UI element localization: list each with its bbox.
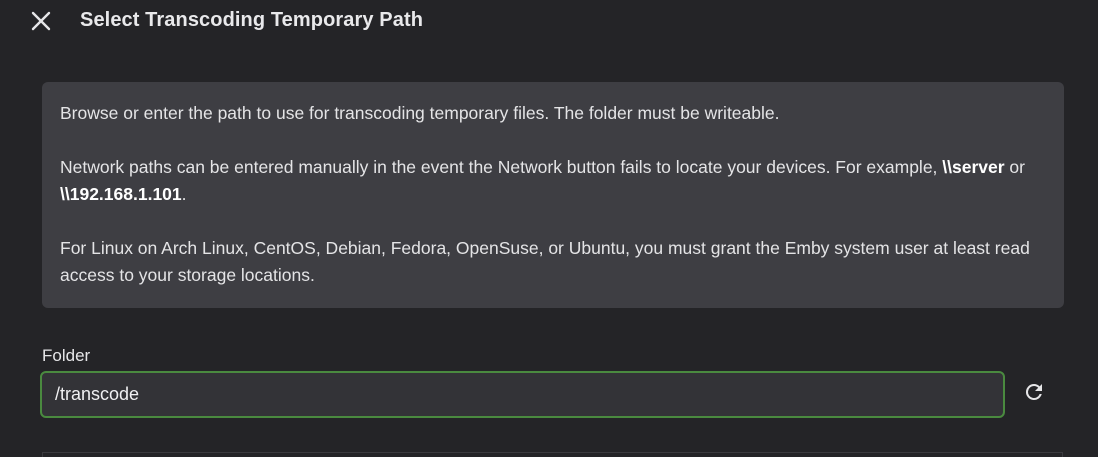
folder-label: Folder: [42, 346, 91, 365]
network-or-text: or: [1004, 157, 1025, 177]
dialog: Select Transcoding Temporary Path Browse…: [0, 0, 1098, 457]
folder-input[interactable]: [40, 371, 1005, 418]
network-example-ip: \\192.168.1.101: [60, 184, 182, 204]
refresh-icon: [1025, 383, 1042, 400]
info-box: Browse or enter the path to use for tran…: [42, 82, 1064, 308]
info-paragraph-browse: Browse or enter the path to use for tran…: [60, 103, 780, 123]
info-paragraph-network: Network paths can be entered manually in…: [60, 154, 1042, 208]
close-button[interactable]: [28, 8, 54, 34]
network-example-server: \\server: [942, 157, 1005, 177]
network-text: Network paths can be entered manually in…: [60, 157, 943, 177]
folder-list: [42, 452, 1063, 457]
close-icon: [31, 11, 51, 31]
network-suffix: .: [181, 184, 187, 204]
dialog-header: Select Transcoding Temporary Path: [0, 0, 1098, 44]
dialog-title: Select Transcoding Temporary Path: [80, 9, 424, 31]
info-paragraph-linux: For Linux on Arch Linux, CentOS, Debian,…: [60, 238, 1030, 285]
refresh-button[interactable]: [1019, 377, 1049, 407]
